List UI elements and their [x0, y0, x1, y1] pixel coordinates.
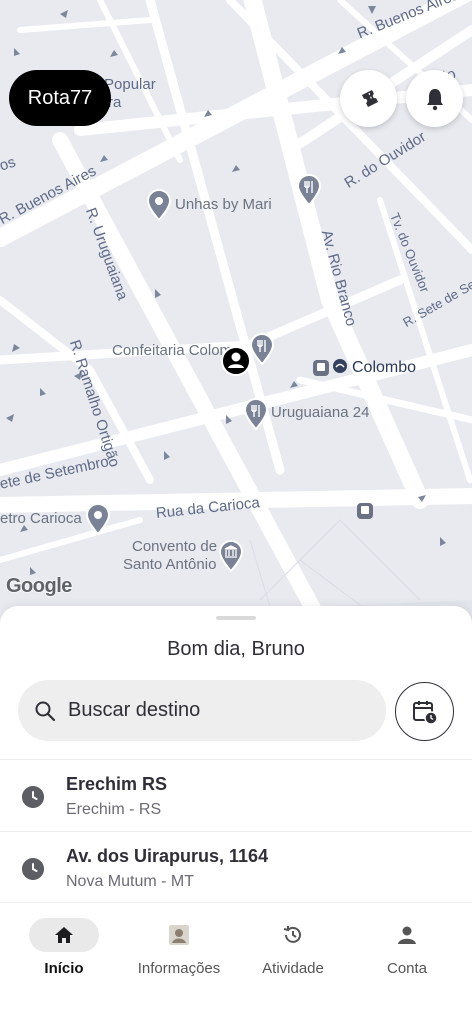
- ticket-button[interactable]: [340, 70, 397, 127]
- nav-inicio[interactable]: Início: [5, 918, 123, 988]
- nav-label-atividade: Atividade: [262, 960, 324, 977]
- current-location-icon: [221, 346, 251, 376]
- history-icon: [283, 926, 301, 943]
- brand-badge[interactable]: Rota77: [9, 70, 111, 126]
- street-label-popular: Popular: [104, 76, 156, 93]
- poi-label-metro: etro Carioca: [0, 510, 82, 527]
- ticket-icon: [361, 89, 378, 107]
- schedule-ride-button[interactable]: [395, 682, 454, 741]
- nav-conta[interactable]: Conta: [348, 918, 466, 988]
- notifications-button[interactable]: [406, 70, 463, 127]
- search-placeholder: Buscar destino: [68, 699, 201, 721]
- poi-label-santo-antonio: Santo Antônio: [123, 556, 217, 573]
- calendar-clock-icon: [412, 700, 438, 725]
- recent-item[interactable]: Erechim RS Erechim - RS: [0, 759, 472, 831]
- transit-icon: [313, 360, 329, 376]
- clock-icon: [22, 786, 44, 808]
- clock-icon: [22, 858, 44, 880]
- poi-label-colombo: Colombo: [352, 359, 417, 376]
- restaurant-pin-icon[interactable]: [243, 398, 269, 430]
- recent-item-subtitle: Nova Mutum - MT: [66, 873, 195, 890]
- search-icon: [35, 701, 56, 721]
- home-icon: [55, 927, 73, 943]
- bottom-navigation: Início Informações Atividade Conta: [0, 910, 472, 1024]
- nav-label-inicio: Início: [44, 960, 84, 977]
- transit-icon: [357, 503, 373, 519]
- poi-label-unhas: Unhas by Mari: [175, 196, 272, 213]
- recent-destinations: Erechim RS Erechim - RS Av. dos Uirapuru…: [0, 759, 472, 903]
- museum-pin-icon[interactable]: [218, 540, 244, 572]
- restaurant-pin-icon[interactable]: [296, 174, 322, 206]
- recent-item-title: Av. dos Uirapurus, 1164: [66, 846, 269, 866]
- person-icon: [398, 926, 416, 944]
- nav-informacoes[interactable]: Informações: [120, 918, 238, 988]
- place-pin-icon[interactable]: [146, 189, 172, 221]
- recent-item-subtitle: Erechim - RS: [66, 801, 162, 818]
- greeting-text: Bom dia, Bruno: [167, 638, 305, 660]
- recent-item-title: Erechim RS: [66, 774, 168, 794]
- poi-label-convento: Convento de: [132, 538, 218, 555]
- restaurant-icon: [333, 359, 347, 373]
- poi-label-uruguaiana24: Uruguaiana 24: [271, 404, 370, 421]
- restaurant-pin-icon[interactable]: [249, 333, 275, 365]
- search-destination-bar[interactable]: Buscar destino: [18, 680, 386, 741]
- info-image-icon: [169, 925, 189, 945]
- brand-name: Rota77: [27, 86, 93, 109]
- sheet-handle[interactable]: [216, 616, 256, 620]
- nav-label-conta: Conta: [386, 960, 428, 977]
- place-pin-icon[interactable]: [85, 503, 111, 535]
- nav-label-informacoes: Informações: [137, 960, 221, 977]
- recent-item[interactable]: Av. dos Uirapurus, 1164 Nova Mutum - MT: [0, 831, 472, 903]
- poi-label-confeitaria: Confeitaria Colom: [112, 342, 233, 359]
- bell-icon: [426, 88, 443, 110]
- google-attribution: Google: [6, 575, 72, 597]
- nav-atividade[interactable]: Atividade: [234, 918, 352, 988]
